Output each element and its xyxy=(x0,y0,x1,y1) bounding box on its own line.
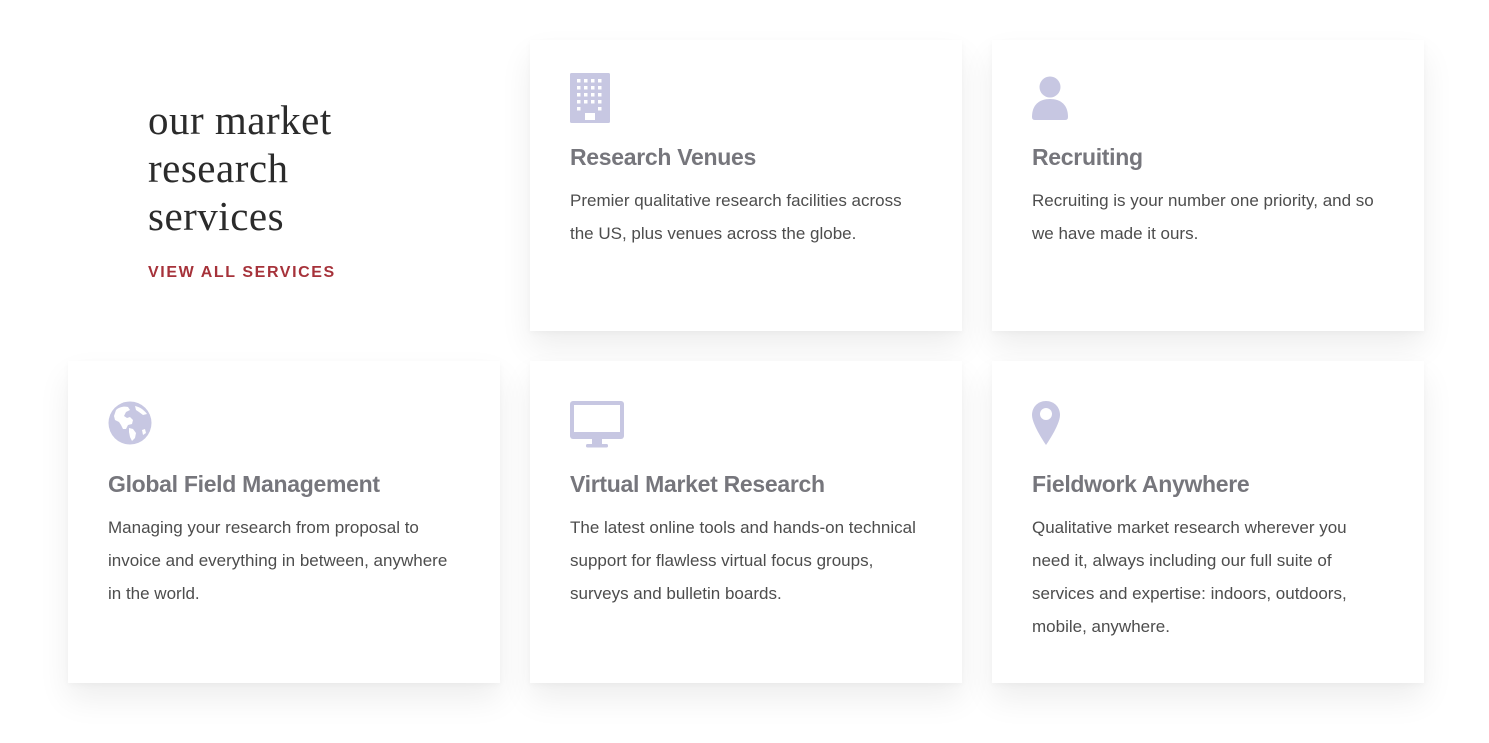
building-icon xyxy=(570,73,630,125)
service-description: Qualitative market research wherever you… xyxy=(1032,518,1347,636)
service-card-virtual-market-research[interactable]: Virtual Market Research The latest onlin… xyxy=(530,361,962,683)
service-title: Fieldwork Anywhere xyxy=(1032,471,1250,497)
map-pin-icon xyxy=(1032,401,1092,453)
section-title: our market research services xyxy=(148,96,478,240)
service-description: Premier qualitative research facilities … xyxy=(570,191,902,243)
service-title: Global Field Management xyxy=(108,471,380,497)
service-description: The latest online tools and hands-on tec… xyxy=(570,518,916,603)
service-description: Managing your research from proposal to … xyxy=(108,518,448,603)
service-title: Virtual Market Research xyxy=(570,471,825,497)
service-card-research-venues[interactable]: Research Venues Premier qualitative rese… xyxy=(530,40,962,331)
globe-icon xyxy=(108,401,168,453)
service-card-recruiting[interactable]: Recruiting Recruiting is your number one… xyxy=(992,40,1424,331)
service-description: Recruiting is your number one priority, … xyxy=(1032,191,1374,243)
view-all-services-link[interactable]: VIEW ALL SERVICES xyxy=(148,264,336,282)
services-intro: our market research services VIEW ALL SE… xyxy=(148,96,478,282)
section-title-line: our market xyxy=(148,97,332,143)
section-title-line: research xyxy=(148,145,289,191)
monitor-icon xyxy=(570,401,630,453)
section-title-line: services xyxy=(148,193,285,239)
service-title: Research Venues xyxy=(570,144,757,170)
service-card-fieldwork-anywhere[interactable]: Fieldwork Anywhere Qualitative market re… xyxy=(992,361,1424,683)
person-icon xyxy=(1032,73,1092,125)
service-card-global-field-management[interactable]: Global Field Management Managing your re… xyxy=(68,361,500,683)
service-title: Recruiting xyxy=(1032,144,1143,170)
